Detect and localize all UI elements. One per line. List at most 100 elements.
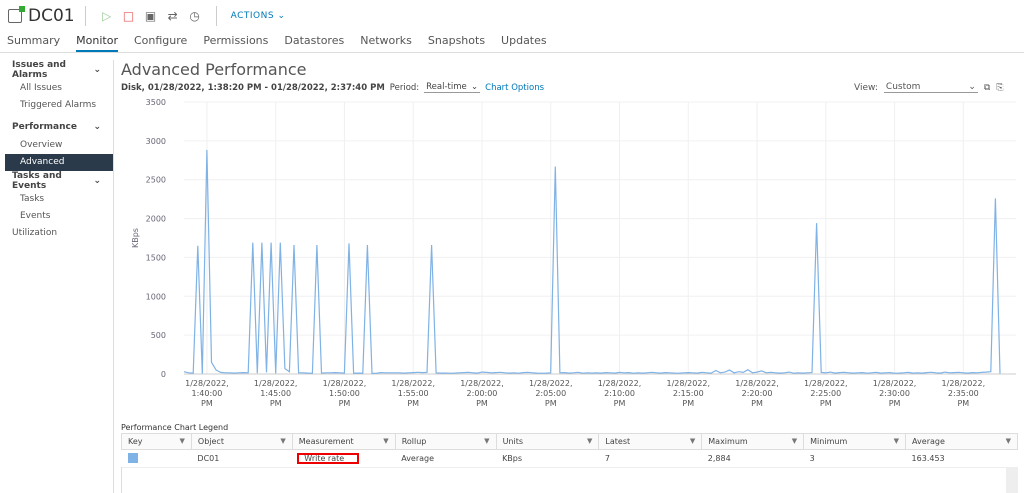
filter-icon[interactable]: ▼ [690, 437, 695, 445]
latest-cell: 7 [599, 450, 702, 468]
x-tick-label: 1/28/2022, [873, 379, 917, 388]
sidebar-group-tasks-events[interactable]: Tasks and Events⌄ [0, 171, 113, 191]
view-value: Custom [886, 82, 920, 92]
group-label: Performance [12, 122, 77, 132]
legend-header-row: Key▼Object▼Measurement▼Rollup▼Units▼Late… [122, 434, 1018, 450]
x-tick-label: 1/28/2022, [598, 379, 642, 388]
divider [216, 6, 217, 26]
object-title: DC01 [28, 6, 75, 26]
column-label: Units [503, 437, 523, 446]
sidebar-item-triggered-alarms[interactable]: Triggered Alarms [0, 97, 113, 114]
sidebar-group-performance[interactable]: Performance⌄ [0, 117, 113, 137]
sidebar-item-tasks[interactable]: Tasks [0, 191, 113, 208]
filter-icon[interactable]: ▼ [792, 437, 797, 445]
key-cell [122, 450, 192, 468]
column-header-object[interactable]: Object ▼ [191, 434, 292, 450]
group-label: Tasks and Events [12, 171, 93, 191]
column-header-latest[interactable]: Latest ▼ [599, 434, 702, 450]
column-header-minimum[interactable]: Minimum ▼ [804, 434, 906, 450]
actions-menu[interactable]: ACTIONS ⌄ [231, 11, 286, 21]
popout-icon[interactable]: ⧉ [984, 83, 990, 93]
console-icon[interactable]: ▣ [145, 9, 157, 23]
y-tick-label: 2000 [146, 215, 166, 224]
y-tick-label: 0 [161, 370, 166, 379]
x-tick-label: 1/28/2022, [323, 379, 367, 388]
x-tick-label: 1/28/2022, [460, 379, 504, 388]
column-label: Latest [605, 437, 630, 446]
period-label: Period: [390, 83, 419, 93]
group-label: Issues and Alarms [12, 60, 93, 80]
tab-summary[interactable]: Summary [7, 33, 60, 52]
x-tick-label: 1:40:00 [192, 389, 223, 398]
actions-label: ACTIONS [231, 11, 274, 21]
header: DC01 ▷ □ ▣ ⇄ ◷ ACTIONS ⌄ [0, 0, 1024, 32]
column-header-maximum[interactable]: Maximum▼ [702, 434, 804, 450]
tab-snapshots[interactable]: Snapshots [428, 33, 485, 52]
sidebar-item-overview[interactable]: Overview [0, 137, 113, 154]
tab-configure[interactable]: Configure [134, 33, 187, 52]
time-range: Disk, 01/28/2022, 1:38:20 PM - 01/28/202… [121, 83, 385, 93]
units-cell: KBps [496, 450, 599, 468]
legend-title: Performance Chart Legend [121, 423, 228, 432]
tab-permissions[interactable]: Permissions [203, 33, 268, 52]
chevron-down-icon: ⌄ [968, 82, 976, 92]
tab-networks[interactable]: Networks [360, 33, 412, 52]
filter-icon[interactable]: ▼ [1006, 437, 1011, 445]
column-label: Minimum [810, 437, 847, 446]
sidebar-item-advanced[interactable]: Advanced [5, 154, 113, 171]
tab-bar: Summary Monitor Configure Permissions Da… [0, 33, 1024, 53]
page-title: Advanced Performance [121, 60, 307, 79]
column-header-key[interactable]: Key ▼ [122, 434, 192, 450]
y-tick-label: 3500 [146, 98, 166, 107]
migrate-icon[interactable]: ⇄ [167, 9, 179, 23]
tab-monitor[interactable]: Monitor [76, 33, 118, 52]
power-on-icon[interactable]: ▷ [101, 9, 113, 23]
export-icon[interactable]: ⎘ [996, 83, 1003, 93]
filter-icon[interactable]: ▼ [383, 437, 388, 445]
x-tick-label: 2:00:00 [467, 389, 498, 398]
chevron-down-icon: ⌄ [93, 176, 101, 186]
period-select[interactable]: Real-time⌄ [424, 82, 480, 93]
x-tick-label: PM [270, 399, 282, 408]
column-label: Measurement [299, 437, 354, 446]
x-tick-label: PM [407, 399, 419, 408]
view-label: View: [854, 83, 878, 93]
filter-icon[interactable]: ▼ [894, 437, 899, 445]
column-header-measurement[interactable]: Measurement ▼ [292, 434, 395, 450]
filter-icon[interactable]: ▼ [280, 437, 285, 445]
chart-options-link[interactable]: Chart Options [485, 83, 544, 93]
filter-icon[interactable]: ▼ [587, 437, 592, 445]
power-off-icon[interactable]: □ [123, 9, 135, 23]
x-tick-label: PM [957, 399, 969, 408]
chevron-down-icon: ⌄ [277, 11, 285, 21]
column-label: Key [128, 437, 143, 446]
tab-updates[interactable]: Updates [501, 33, 547, 52]
column-label: Average [912, 437, 945, 446]
x-tick-label: PM [889, 399, 901, 408]
series-color-swatch [128, 453, 138, 463]
column-header-rollup[interactable]: Rollup▼ [395, 434, 496, 450]
column-header-units[interactable]: Units ▼ [496, 434, 599, 450]
tab-datastores[interactable]: Datastores [284, 33, 344, 52]
x-tick-label: PM [545, 399, 557, 408]
sidebar-group-issues[interactable]: Issues and Alarms⌄ [0, 60, 113, 80]
x-tick-label: PM [476, 399, 488, 408]
table-row[interactable]: DC01 Write rate Average KBps 7 2,884 3 1… [122, 450, 1018, 468]
y-tick-label: 1500 [146, 253, 166, 262]
x-tick-label: PM [614, 399, 626, 408]
sidebar-item-events[interactable]: Events [0, 208, 113, 225]
y-tick-label: 500 [151, 331, 166, 340]
column-label: Object [198, 437, 224, 446]
sidebar: Issues and Alarms⌄ All Issues Triggered … [0, 60, 114, 493]
chart-subtitle: Disk, 01/28/2022, 1:38:20 PM - 01/28/202… [121, 82, 544, 93]
x-tick-label: PM [339, 399, 351, 408]
view-select[interactable]: Custom ⌄ [884, 82, 978, 93]
filter-icon[interactable]: ▼ [180, 437, 185, 445]
chevron-down-icon: ⌄ [93, 65, 101, 75]
sidebar-item-utilization[interactable]: Utilization [0, 225, 113, 242]
view-control: View: Custom ⌄ ⧉ ⎘ [854, 82, 1004, 93]
snapshot-icon[interactable]: ◷ [189, 9, 201, 23]
column-header-average[interactable]: Average ▼ [906, 434, 1018, 450]
filter-icon[interactable]: ▼ [484, 437, 489, 445]
sidebar-item-all-issues[interactable]: All Issues [0, 80, 113, 97]
